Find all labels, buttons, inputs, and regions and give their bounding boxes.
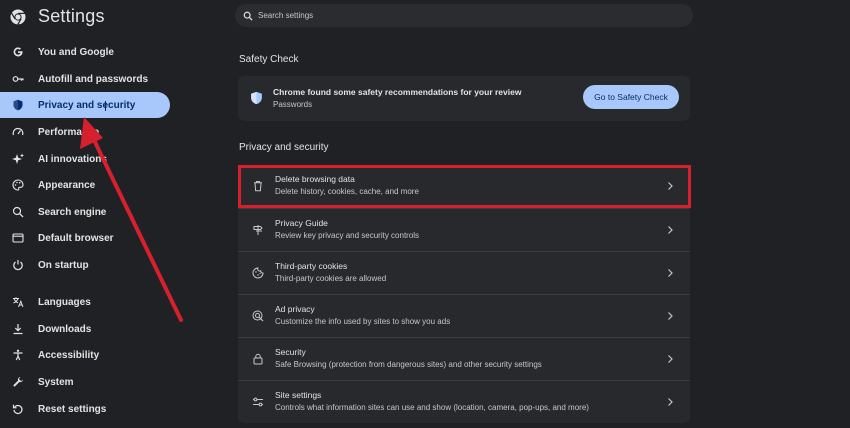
- chrome-logo-icon: [10, 9, 26, 25]
- safety-check-card: Chrome found some safety recommendations…: [238, 76, 690, 121]
- privacy-security-heading: Privacy and security: [239, 142, 329, 153]
- sidebar-item-label: Downloads: [38, 323, 92, 335]
- chevron-right-icon: [668, 182, 673, 190]
- row-subtitle: Controls what information sites can use …: [275, 403, 589, 412]
- privacy-security-card: Delete browsing data Delete history, coo…: [238, 165, 690, 423]
- search-icon: [243, 11, 253, 21]
- signpost-icon: [253, 225, 263, 235]
- reset-icon: [12, 404, 23, 415]
- third-party-cookies-row[interactable]: Third-party cookies Third-party cookies …: [238, 251, 690, 294]
- sidebar-item-label: Appearance: [38, 179, 96, 191]
- sidebar-item-label: Reset settings: [38, 403, 107, 415]
- key-icon: [12, 76, 24, 82]
- page-title: Settings: [38, 6, 105, 26]
- security-row[interactable]: Security Safe Browsing (protection from …: [238, 337, 690, 380]
- google-g-icon: [13, 47, 23, 57]
- sidebar-item-label: Default browser: [38, 232, 114, 244]
- sidebar-item-label: Privacy and security: [38, 99, 136, 111]
- cookie-icon: [252, 267, 264, 279]
- text-cursor: [105, 101, 106, 111]
- sparkle-icon: [12, 153, 24, 164]
- shield-icon: [251, 91, 262, 105]
- sidebar-item-label: System: [38, 376, 74, 388]
- sidebar-item-label: On startup: [38, 259, 89, 271]
- row-subtitle: Third-party cookies are allowed: [275, 274, 387, 283]
- sidebar-item-label: Autofill and passwords: [38, 73, 149, 85]
- ad-privacy-row[interactable]: Ad privacy Customize the info used by si…: [238, 294, 690, 337]
- chevron-right-icon: [668, 226, 673, 234]
- search-icon: [12, 206, 24, 218]
- sidebar-item-label: Search engine: [38, 206, 107, 218]
- power-icon: [13, 260, 23, 271]
- sidebar-item-languages[interactable]: Languages: [0, 289, 170, 315]
- sidebar-item-system[interactable]: System: [0, 369, 170, 395]
- translate-icon: [13, 297, 24, 308]
- sidebar-item-performance[interactable]: Performance: [0, 119, 170, 145]
- chevron-right-icon: [668, 269, 673, 277]
- search-input[interactable]: [258, 11, 658, 20]
- shield-icon: [13, 99, 23, 111]
- row-title: Delete browsing data: [275, 174, 355, 184]
- row-title: Third-party cookies: [275, 261, 348, 271]
- chevron-right-icon: [668, 355, 673, 363]
- row-subtitle: Safe Browsing (protection from dangerous…: [275, 360, 542, 369]
- sidebar-item-search-engine[interactable]: Search engine: [0, 199, 170, 225]
- sidebar-item-appearance[interactable]: Appearance: [0, 172, 170, 198]
- sidebar-item-accessibility[interactable]: Accessibility: [0, 342, 170, 368]
- sidebar-item-on-startup[interactable]: On startup: [0, 252, 170, 278]
- browser-window-icon: [12, 233, 24, 243]
- delete-browsing-data-row[interactable]: Delete browsing data Delete history, coo…: [238, 165, 690, 208]
- sidebar-item-default-browser[interactable]: Default browser: [0, 225, 170, 251]
- wrench-icon: [13, 377, 23, 387]
- sidebar-item-label: You and Google: [38, 46, 114, 58]
- chevron-right-icon: [668, 398, 673, 406]
- site-settings-row[interactable]: Site settings Controls what information …: [238, 380, 690, 423]
- row-title: Site settings: [275, 390, 322, 400]
- safety-check-message: Chrome found some safety recommendations…: [273, 87, 522, 97]
- privacy-guide-row[interactable]: Privacy Guide Review key privacy and sec…: [238, 208, 690, 251]
- sidebar-item-you-and-google[interactable]: You and Google: [0, 39, 170, 65]
- row-title: Security: [275, 347, 306, 357]
- search-bar[interactable]: [235, 4, 693, 27]
- sidebar-item-privacy-and-security[interactable]: Privacy and security: [0, 92, 170, 118]
- row-title: Ad privacy: [275, 304, 315, 314]
- sidebar-item-autofill[interactable]: Autofill and passwords: [0, 66, 170, 92]
- sidebar-item-downloads[interactable]: Downloads: [0, 316, 170, 342]
- safety-check-heading: Safety Check: [239, 54, 299, 65]
- row-subtitle: Review key privacy and security controls: [275, 231, 420, 240]
- safety-check-subtext: Passwords: [273, 100, 313, 109]
- speedometer-icon: [12, 128, 24, 136]
- row-subtitle: Delete history, cookies, cache, and more: [275, 187, 419, 196]
- sidebar-item-label: Languages: [38, 296, 91, 308]
- row-subtitle: Customize the info used by sites to show…: [275, 317, 451, 326]
- sidebar-item-ai-innovations[interactable]: AI innovations: [0, 146, 170, 172]
- download-icon: [13, 324, 23, 335]
- sidebar-item-label: AI innovations: [38, 153, 107, 165]
- trash-icon: [254, 181, 262, 192]
- lock-icon: [253, 353, 263, 365]
- ad-privacy-icon: [252, 310, 264, 322]
- go-to-safety-check-button[interactable]: Go to Safety Check: [583, 85, 679, 109]
- sidebar-item-label: Performance: [38, 126, 100, 138]
- accessibility-icon: [13, 349, 23, 361]
- chevron-right-icon: [668, 312, 673, 320]
- sidebar-item-label: Accessibility: [38, 349, 100, 361]
- sidebar-item-reset-settings[interactable]: Reset settings: [0, 396, 170, 422]
- sliders-icon: [253, 397, 263, 407]
- palette-icon: [12, 179, 24, 191]
- row-title: Privacy Guide: [275, 218, 328, 228]
- sidebar: Settings You and Google Autofill and pas…: [0, 0, 200, 428]
- brand: Settings: [10, 6, 105, 27]
